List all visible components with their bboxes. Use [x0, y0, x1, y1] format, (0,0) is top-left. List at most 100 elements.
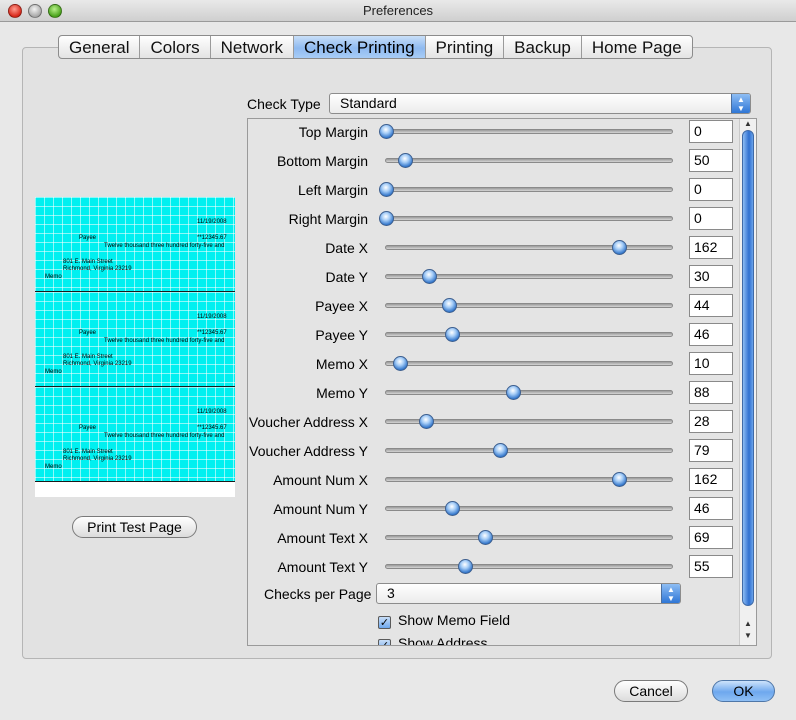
preview-amount-text: Twelve thousand three hundred forty-five…	[104, 243, 225, 249]
title-bar: Preferences	[0, 0, 796, 22]
preview-payee: Payee	[79, 235, 97, 241]
date-y-field[interactable]: 30	[689, 265, 733, 288]
tab-general[interactable]: General	[59, 36, 141, 58]
top-margin-slider-thumb[interactable]	[379, 124, 394, 139]
payee-x-row: Payee X 44	[248, 293, 738, 322]
memo-x-slider[interactable]	[385, 356, 673, 371]
payee-y-slider-thumb[interactable]	[445, 327, 461, 342]
tab-printing[interactable]: Printing	[426, 36, 505, 58]
date-x-field[interactable]: 162	[689, 236, 733, 259]
voucher-address-x-field[interactable]: 28	[689, 410, 733, 433]
left-margin-slider[interactable]	[379, 182, 673, 197]
check-layout-settings-panel[interactable]: Top Margin 0 Bottom Margin 50 Left Margin 0 Ri…	[247, 118, 757, 646]
date-x-row: Date X 162	[248, 235, 738, 264]
amount-num-y-row: Amount Num Y 46	[248, 496, 738, 525]
left-margin-field[interactable]: 0	[689, 178, 733, 201]
amount-text-x-slider-thumb[interactable]	[478, 530, 494, 545]
left-margin-label: Left Margin	[297, 182, 368, 198]
amount-text-x-label: Amount Text X	[277, 530, 368, 546]
date-x-slider[interactable]	[385, 240, 673, 255]
right-margin-field[interactable]: 0	[689, 207, 733, 230]
memo-y-label: Memo Y	[316, 385, 368, 401]
voucher-address-x-row: Voucher Address X 28	[248, 409, 738, 438]
scrollbar-thumb[interactable]	[742, 130, 754, 606]
check-type-select[interactable]: Standard ▲ ▼	[329, 93, 751, 114]
amount-text-y-slider[interactable]	[385, 559, 673, 574]
preview-address-line1: 801 E. Main Street	[63, 259, 113, 265]
amount-text-y-slider-thumb[interactable]	[458, 559, 474, 574]
date-x-label: Date X	[325, 240, 368, 256]
ok-button[interactable]: OK	[712, 680, 775, 702]
payee-x-slider[interactable]	[385, 298, 673, 313]
preview-check: 11/19/2008 Payee **12345.67 Twelve thousand…	[35, 292, 235, 387]
vertical-scrollbar[interactable]: ▲ ▲ ▼	[739, 119, 756, 645]
tab-backup[interactable]: Backup	[504, 36, 582, 58]
preview-date: 11/19/2008	[197, 219, 227, 225]
preview-address-line2: Richmond, Virginia 23219	[63, 361, 132, 367]
tab-colors[interactable]: Colors	[140, 36, 211, 58]
preview-date: 11/19/2008	[197, 314, 227, 320]
amount-text-x-slider[interactable]	[385, 530, 673, 545]
preview-address-line2: Richmond, Virginia 23219	[63, 456, 132, 462]
amount-text-x-field[interactable]: 69	[689, 526, 733, 549]
amount-text-y-row: Amount Text Y 55	[248, 554, 738, 583]
voucher-address-y-slider-thumb[interactable]	[492, 443, 508, 458]
payee-y-slider[interactable]	[385, 327, 673, 342]
top-margin-slider[interactable]	[379, 124, 673, 139]
preview-address-line2: Richmond, Virginia 23219	[63, 266, 132, 272]
amount-num-x-slider-thumb[interactable]	[612, 472, 628, 487]
voucher-address-x-slider[interactable]	[385, 414, 673, 429]
minimize-window-button[interactable]	[28, 4, 42, 18]
bottom-margin-field[interactable]: 50	[689, 149, 733, 172]
close-window-button[interactable]	[8, 4, 22, 18]
memo-y-field[interactable]: 88	[689, 381, 733, 404]
check-preview: 11/19/2008 Payee **12345.67 Twelve thousand…	[35, 197, 235, 497]
date-y-slider-thumb[interactable]	[422, 269, 438, 284]
date-y-slider[interactable]	[385, 269, 673, 284]
memo-x-row: Memo X 10	[248, 351, 738, 380]
voucher-address-x-slider-thumb[interactable]	[419, 414, 435, 429]
scroll-down-arrow-icon[interactable]: ▼	[740, 631, 756, 643]
preview-check: 11/19/2008 Payee **12345.67 Twelve thousand…	[35, 387, 235, 482]
scroll-up-arrow-icon[interactable]: ▲	[740, 619, 756, 631]
amount-num-x-slider[interactable]	[385, 472, 673, 487]
bottom-margin-slider-thumb[interactable]	[397, 153, 413, 168]
zoom-window-button[interactable]	[48, 4, 62, 18]
amount-num-x-field[interactable]: 162	[689, 468, 733, 491]
show-memo-field-checkbox[interactable]: ✓ Show Memo Field	[378, 612, 510, 629]
left-margin-slider-thumb[interactable]	[379, 182, 394, 197]
payee-y-row: Payee Y 46	[248, 322, 738, 351]
date-x-slider-thumb[interactable]	[612, 240, 628, 255]
tab-network[interactable]: Network	[211, 36, 294, 58]
voucher-address-y-field[interactable]: 79	[689, 439, 733, 462]
tab-home-page[interactable]: Home Page	[582, 36, 692, 58]
memo-y-row: Memo Y 88	[248, 380, 738, 409]
memo-x-slider-thumb[interactable]	[393, 356, 409, 371]
payee-x-field[interactable]: 44	[689, 294, 733, 317]
right-margin-slider-thumb[interactable]	[379, 211, 394, 226]
date-y-label: Date Y	[325, 269, 368, 285]
memo-y-slider-thumb[interactable]	[505, 385, 521, 400]
checks-per-page-label: Checks per Page	[264, 586, 372, 602]
payee-x-slider-thumb[interactable]	[442, 298, 458, 313]
right-margin-row: Right Margin 0	[248, 206, 738, 235]
select-arrows-icon: ▲ ▼	[661, 584, 680, 603]
memo-y-slider[interactable]	[385, 385, 673, 400]
show-address-checkbox[interactable]: ✓ Show Address	[378, 635, 488, 645]
top-margin-field[interactable]: 0	[689, 120, 733, 143]
payee-x-label: Payee X	[315, 298, 368, 314]
right-margin-slider[interactable]	[379, 211, 673, 226]
check-type-label: Check Type	[247, 96, 321, 112]
voucher-address-y-slider[interactable]	[385, 443, 673, 458]
memo-x-field[interactable]: 10	[689, 352, 733, 375]
amount-num-y-field[interactable]: 46	[689, 497, 733, 520]
print-test-page-button[interactable]: Print Test Page	[72, 516, 197, 538]
cancel-button[interactable]: Cancel	[614, 680, 688, 702]
tab-check-printing[interactable]: Check Printing	[293, 36, 426, 58]
amount-num-y-slider[interactable]	[385, 501, 673, 516]
checks-per-page-select[interactable]: 3 ▲ ▼	[376, 583, 681, 604]
amount-num-y-slider-thumb[interactable]	[445, 501, 461, 516]
amount-text-y-field[interactable]: 55	[689, 555, 733, 578]
bottom-margin-slider[interactable]	[385, 153, 673, 168]
payee-y-field[interactable]: 46	[689, 323, 733, 346]
